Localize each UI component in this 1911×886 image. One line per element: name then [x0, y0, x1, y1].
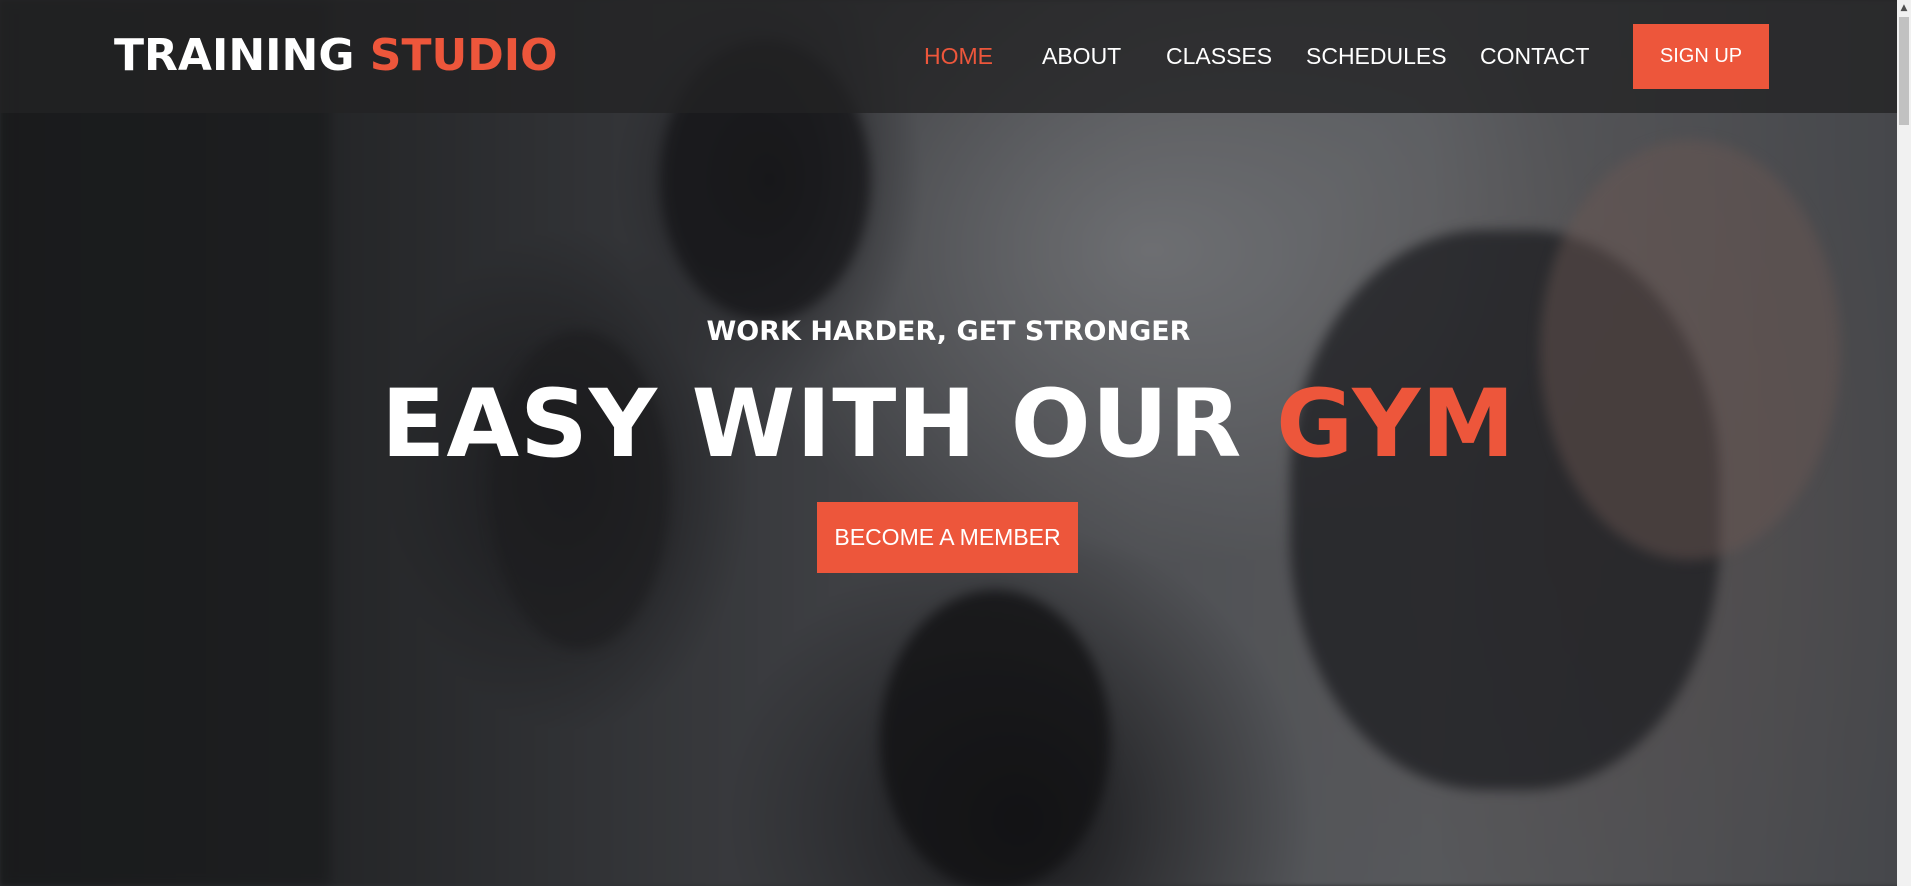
nav-item-classes[interactable]: CLASSES	[1166, 43, 1272, 70]
sign-up-button[interactable]: SIGN UP	[1633, 24, 1769, 89]
site-header: TRAINING STUDIO HOME ABOUT CLASSES SCHED…	[0, 0, 1897, 113]
nav-item-contact[interactable]: CONTACT	[1480, 43, 1589, 70]
hero-tagline: WORK HARDER, GET STRONGER	[706, 316, 1191, 347]
headline-part1: EASY WITH OUR	[381, 370, 1243, 479]
hero-headline: EASY WITH OUR GYM	[0, 370, 1897, 479]
become-member-button[interactable]: BECOME A MEMBER	[817, 502, 1078, 573]
nav-item-schedules[interactable]: SCHEDULES	[1306, 43, 1447, 70]
nav-item-about[interactable]: ABOUT	[1042, 43, 1121, 70]
scrollbar-thumb[interactable]	[1899, 17, 1909, 125]
page: TRAINING STUDIO HOME ABOUT CLASSES SCHED…	[0, 0, 1911, 886]
brand-logo[interactable]: TRAINING STUDIO	[114, 30, 558, 81]
page-scrollbar[interactable]: ▲	[1897, 0, 1911, 886]
brand-name-part1: TRAINING	[114, 30, 355, 81]
nav-item-home[interactable]: HOME	[924, 43, 993, 70]
headline-part2: GYM	[1276, 370, 1516, 479]
scroll-up-arrow-icon[interactable]: ▲	[1897, 0, 1911, 16]
brand-name-part2: STUDIO	[369, 30, 558, 81]
